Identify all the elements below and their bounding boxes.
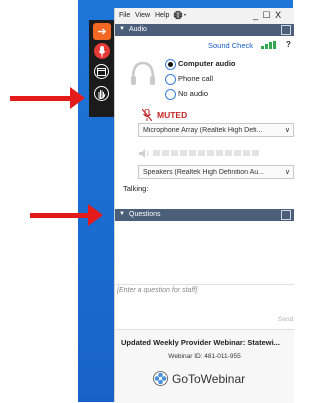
audio-header-label: Audio	[129, 26, 147, 33]
muted-status: MUTED	[157, 110, 188, 120]
chevron-down-icon: ∨	[284, 169, 290, 176]
webinar-id: Webinar ID: 481-011-955	[168, 353, 241, 360]
speakers-select[interactable]: Speakers (Realtek High Definition Au... …	[138, 165, 294, 179]
menu-view[interactable]: View	[135, 12, 150, 19]
radio-phone-call[interactable]	[165, 74, 176, 85]
arrow-right-icon: ➔	[97, 26, 107, 38]
phone-call-label: Phone call	[178, 74, 214, 83]
popout-icon[interactable]	[281, 210, 291, 220]
collapse-triangle-icon: ▼	[119, 211, 125, 217]
annotation-arrow-shaft	[30, 213, 90, 218]
chevron-down-icon: ∨	[284, 127, 290, 134]
screen-button[interactable]	[94, 64, 109, 79]
speaker-volume-meter	[153, 150, 259, 156]
control-toolbar: ➔	[89, 20, 114, 117]
radio-computer-audio[interactable]	[165, 59, 176, 70]
menu-bar: File View Help _ ☐ X	[115, 8, 294, 24]
questions-header-label: Questions	[129, 211, 161, 218]
microphone-button[interactable]	[94, 43, 110, 59]
window-controls[interactable]: _ ☐ X	[253, 10, 282, 21]
brand-name: GoToWebinar	[172, 371, 246, 386]
question-input[interactable]: [Enter a question for staff]	[115, 285, 294, 329]
toggle-panel-button[interactable]: ➔	[93, 23, 111, 40]
microphone-select-value: Microphone Array (Realtek High Defi...	[143, 127, 263, 134]
gotowebinar-logo: GoToWebinar	[153, 371, 245, 386]
microphone-select[interactable]: Microphone Array (Realtek High Defi... ∨	[138, 123, 294, 137]
questions-section-header[interactable]: ▼ Questions	[115, 209, 294, 221]
menu-help[interactable]: Help	[155, 12, 169, 19]
webinar-title: Updated Weekly Provider Webinar: Statewi…	[121, 338, 280, 347]
question-input-placeholder: [Enter a question for staff]	[117, 287, 198, 294]
popout-icon[interactable]	[281, 25, 291, 35]
raise-hand-button[interactable]	[94, 86, 109, 101]
radio-no-audio[interactable]	[165, 89, 176, 100]
talking-label: Talking:	[123, 184, 149, 193]
collapse-triangle-icon: ▼	[119, 26, 125, 32]
send-button[interactable]: Send	[278, 316, 293, 323]
signal-bars-icon	[261, 41, 276, 49]
computer-audio-label: Computer audio	[178, 59, 236, 68]
webinar-info: Updated Weekly Provider Webinar: Statewi…	[115, 329, 294, 403]
headset-icon	[131, 61, 155, 85]
screen-icon	[97, 67, 106, 76]
mic-muted-icon	[142, 109, 152, 121]
globe-icon	[173, 10, 186, 20]
speaker-icon	[139, 149, 149, 158]
audio-section-header[interactable]: ▼ Audio	[115, 24, 294, 36]
annotation-arrow-shaft	[10, 96, 72, 101]
globe-language-menu[interactable]	[173, 10, 187, 22]
webinar-control-panel: File View Help _ ☐ X ▼ Audio Sound Check…	[114, 8, 294, 403]
speakers-select-value: Speakers (Realtek High Definition Au...	[143, 169, 265, 176]
raise-hand-icon	[98, 89, 106, 99]
sound-check-link[interactable]: Sound Check	[208, 41, 253, 50]
microphone-icon	[98, 45, 106, 57]
questions-log	[115, 221, 294, 283]
menu-file[interactable]: File	[119, 12, 130, 19]
help-icon[interactable]: ?	[286, 40, 291, 49]
annotation-arrow-icon	[70, 87, 85, 109]
no-audio-label: No audio	[178, 89, 209, 98]
flower-logo-icon	[153, 371, 168, 386]
annotation-arrow-icon	[88, 204, 103, 226]
